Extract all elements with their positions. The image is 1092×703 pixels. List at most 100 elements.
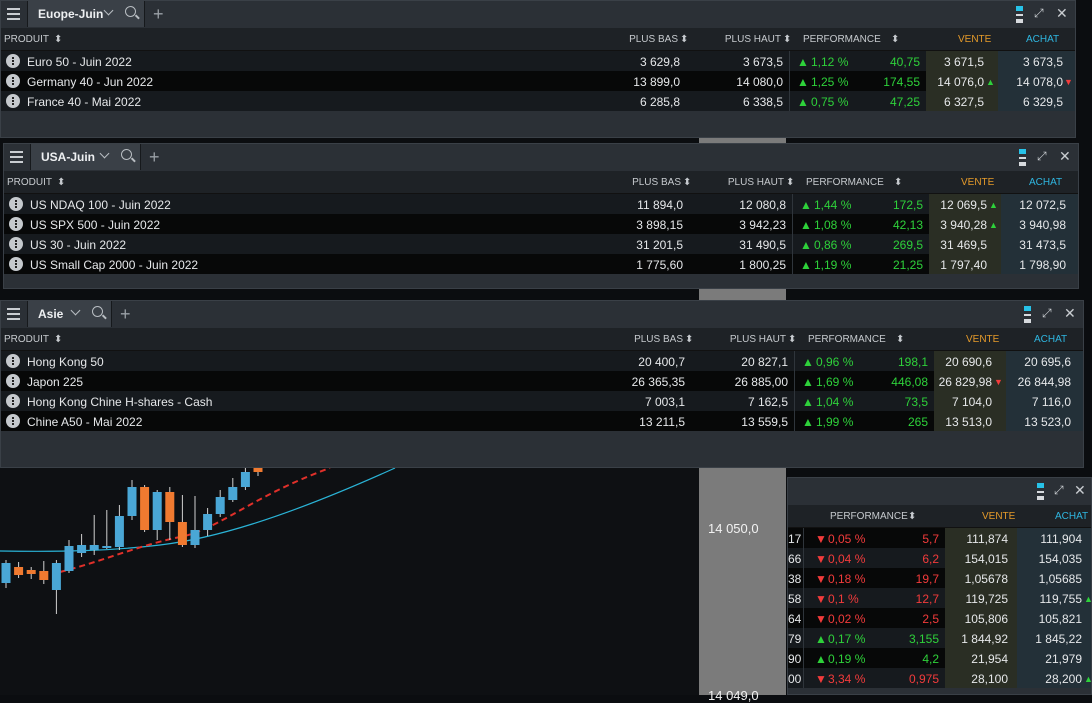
row-options-icon[interactable] xyxy=(6,54,20,68)
vente-value[interactable]: 1,05678 xyxy=(946,572,1008,586)
row-options-icon[interactable] xyxy=(6,394,20,408)
header-plus-bas[interactable]: PLUS BAS xyxy=(606,34,678,45)
header-plus-haut[interactable]: PLUS HAUT xyxy=(712,177,784,188)
sort-icon[interactable]: ⬍ xyxy=(683,177,691,188)
achat-value[interactable]: 13 523,0 xyxy=(1008,415,1071,429)
header-performance[interactable]: PERFORMANCE xyxy=(803,34,881,45)
header-performance[interactable]: PERFORMANCE xyxy=(806,177,884,188)
product-name[interactable]: US 30 - Juin 2022 xyxy=(30,238,126,252)
header-produit[interactable]: PRODUIT xyxy=(4,34,49,45)
table-row[interactable]: US 30 - Juin 2022 31 201,5 31 490,5 ▲ 0,86 %… xyxy=(4,234,1078,254)
header-achat[interactable]: ACHAT xyxy=(1034,334,1067,345)
window-layout-icon[interactable] xyxy=(1016,6,1023,23)
table-row[interactable]: 66 ▼ 0,04 % 6,2 154,015 154,035 xyxy=(788,548,1091,568)
tab-europe[interactable]: Euope-Juin xyxy=(27,1,145,27)
add-tab-icon[interactable]: + xyxy=(149,148,160,166)
product-name[interactable]: US NDAQ 100 - Juin 2022 xyxy=(30,198,171,212)
sort-icon[interactable]: ⬍ xyxy=(685,334,693,345)
product-name[interactable]: Chine A50 - Mai 2022 xyxy=(27,415,142,429)
vente-value[interactable]: 28,100 xyxy=(946,672,1008,686)
add-tab-icon[interactable]: + xyxy=(153,5,164,23)
achat-value[interactable]: 1 845,22 xyxy=(1018,632,1082,646)
table-row[interactable]: Chine A50 - Mai 2022 13 211,5 13 559,5 ▲ 1,9… xyxy=(1,411,1083,431)
header-achat[interactable]: ACHAT xyxy=(1055,511,1088,522)
chevron-down-icon[interactable] xyxy=(99,148,110,159)
sort-icon[interactable]: ⬍ xyxy=(908,511,916,522)
menu-icon[interactable] xyxy=(7,308,20,320)
sort-icon[interactable]: ⬍ xyxy=(786,177,794,188)
header-plus-haut[interactable]: PLUS HAUT xyxy=(709,34,781,45)
row-options-icon[interactable] xyxy=(9,257,23,271)
product-name[interactable]: Hong Kong 50 xyxy=(27,355,104,369)
table-row[interactable]: 00 ▼3,34 % 0,975 28,100 28,200▲ xyxy=(788,668,1091,688)
vente-value[interactable]: 7 104,0 xyxy=(936,395,992,409)
menu-icon[interactable] xyxy=(10,151,23,163)
achat-value[interactable]: 20 695,6 xyxy=(1008,355,1071,369)
table-row[interactable]: Hong Kong Chine H-shares - Cash 7 003,1 7 … xyxy=(1,391,1083,411)
window-layout-icon[interactable] xyxy=(1037,483,1044,500)
header-performance[interactable]: PERFORMANCE xyxy=(808,334,886,345)
header-produit[interactable]: PRODUIT xyxy=(4,334,49,345)
table-row[interactable]: France 40 - Mai 2022 6 285,8 6 338,5 ▲ 0,75 … xyxy=(1,91,1075,111)
vente-value[interactable]: 26 829,98 xyxy=(936,375,992,389)
tab-asie[interactable]: Asie xyxy=(27,301,112,327)
sort-icon[interactable]: ⬍ xyxy=(788,334,796,345)
achat-value[interactable]: 154,035 xyxy=(1018,552,1082,566)
achat-value[interactable]: 14 078,0 xyxy=(1000,75,1063,89)
table-row[interactable]: 38 ▼ 0,18 % 19,7 1,05678 1,05685 xyxy=(788,568,1091,588)
table-row[interactable]: Japon 225 26 365,35 26 885,00 ▲ 1,69 % 446,08… xyxy=(1,371,1083,391)
row-options-icon[interactable] xyxy=(9,197,23,211)
product-name[interactable]: France 40 - Mai 2022 xyxy=(27,95,141,109)
table-row[interactable]: US SPX 500 - Juin 2022 3 898,15 3 942,23 ▲ 1… xyxy=(4,214,1078,234)
header-achat[interactable]: ACHAT xyxy=(1026,34,1059,45)
achat-value[interactable]: 12 072,5 xyxy=(1003,198,1066,212)
header-plus-bas[interactable]: PLUS BAS xyxy=(609,177,681,188)
header-vente[interactable]: VENTE xyxy=(958,34,991,45)
vente-value[interactable]: 6 327,5 xyxy=(928,95,984,109)
sort-icon[interactable]: ⬍ xyxy=(54,334,62,345)
achat-value[interactable]: 26 844,98 xyxy=(1008,375,1071,389)
header-vente[interactable]: VENTE xyxy=(961,177,994,188)
search-icon[interactable] xyxy=(121,149,132,160)
product-name[interactable]: Germany 40 - Jun 2022 xyxy=(27,75,153,89)
achat-value[interactable]: 28,200 xyxy=(1018,672,1082,686)
sort-icon[interactable]: ⬍ xyxy=(783,34,791,45)
achat-value[interactable]: 31 473,5 xyxy=(1003,238,1066,252)
sort-icon[interactable]: ⬍ xyxy=(896,334,904,345)
close-icon[interactable]: ✕ xyxy=(1074,483,1086,497)
vente-value[interactable]: 1 844,92 xyxy=(946,632,1008,646)
expand-icon[interactable]: ⤢ xyxy=(1037,150,1048,162)
row-options-icon[interactable] xyxy=(6,354,20,368)
row-options-icon[interactable] xyxy=(9,237,23,251)
product-name[interactable]: Japon 225 xyxy=(27,375,83,389)
close-icon[interactable]: ✕ xyxy=(1059,149,1071,163)
product-name[interactable]: US SPX 500 - Juin 2022 xyxy=(30,218,160,232)
achat-value[interactable]: 21,979 xyxy=(1018,652,1082,666)
vente-value[interactable]: 3 671,5 xyxy=(928,55,984,69)
table-row[interactable]: US Small Cap 2000 - Juin 2022 1 775,60 1 8… xyxy=(4,254,1078,274)
chevron-down-icon[interactable] xyxy=(70,305,81,316)
window-layout-icon[interactable] xyxy=(1019,149,1026,166)
product-name[interactable]: US Small Cap 2000 - Juin 2022 xyxy=(30,258,198,272)
vente-value[interactable]: 20 690,6 xyxy=(936,355,992,369)
vente-value[interactable]: 105,806 xyxy=(946,612,1008,626)
sort-icon[interactable]: ⬍ xyxy=(894,177,902,188)
row-options-icon[interactable] xyxy=(6,74,20,88)
add-tab-icon[interactable]: + xyxy=(120,305,131,323)
achat-value[interactable]: 1,05685 xyxy=(1018,572,1082,586)
expand-icon[interactable]: ⤢ xyxy=(1042,307,1053,319)
achat-value[interactable]: 1 798,90 xyxy=(1003,258,1066,272)
header-plus-haut[interactable]: PLUS HAUT xyxy=(714,334,786,345)
achat-value[interactable]: 3 940,98 xyxy=(1003,218,1066,232)
table-row[interactable]: 17 ▼ 0,05 % 5,7 111,874 111,904 xyxy=(788,528,1091,548)
sort-icon[interactable]: ⬍ xyxy=(54,34,62,45)
product-name[interactable]: Hong Kong Chine H-shares - Cash xyxy=(27,395,212,409)
header-achat[interactable]: ACHAT xyxy=(1029,177,1062,188)
expand-icon[interactable]: ⤢ xyxy=(1054,484,1065,496)
close-icon[interactable]: ✕ xyxy=(1056,6,1068,20)
table-row[interactable]: Euro 50 - Juin 2022 3 629,8 3 673,5 ▲ 1,12 %… xyxy=(1,51,1075,71)
tab-usa[interactable]: USA-Juin xyxy=(30,144,141,170)
achat-value[interactable]: 119,755 xyxy=(1018,592,1083,606)
vente-value[interactable]: 111,874 xyxy=(946,532,1008,546)
achat-value[interactable]: 105,821 xyxy=(1018,612,1082,626)
